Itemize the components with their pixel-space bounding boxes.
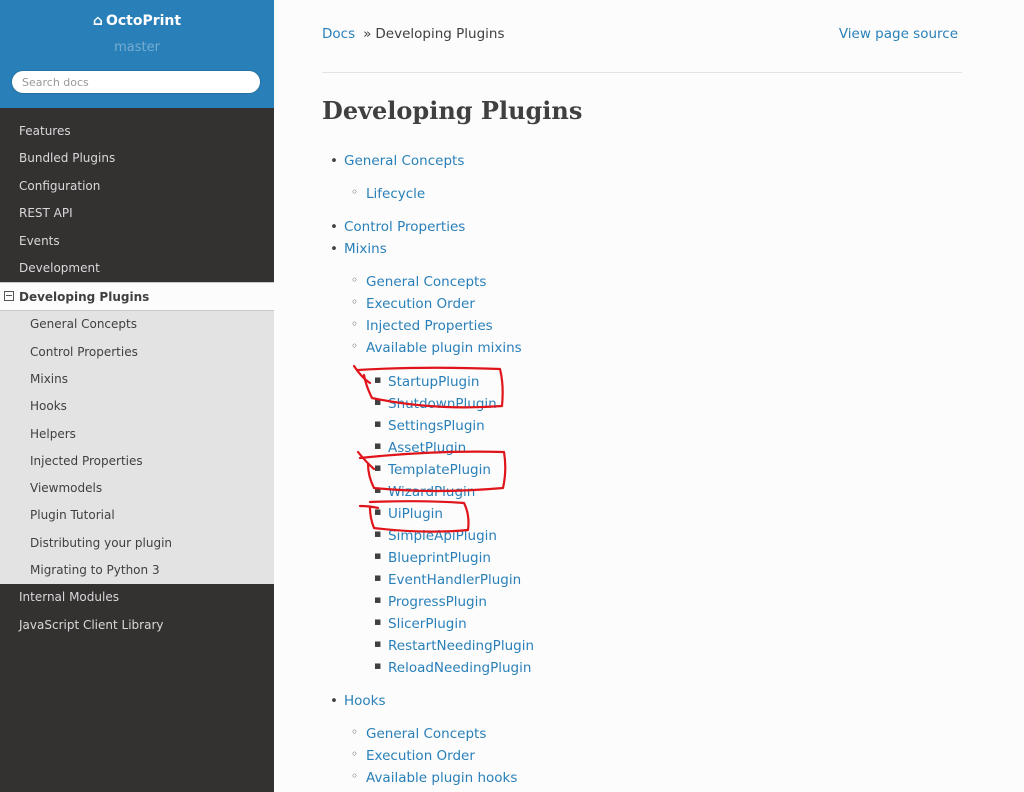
toc-progressplugin[interactable]: ▪ ProgressPlugin — [374, 593, 487, 610]
toc-control-properties[interactable]: • Control Properties — [330, 219, 465, 235]
toc-general-concepts[interactable]: • General Concepts — [330, 153, 464, 169]
toc-lifecycle[interactable]: ◦ Lifecycle — [351, 185, 425, 202]
home-icon: ⌂ — [92, 13, 103, 29]
toc-hooks[interactable]: • Hooks — [330, 693, 386, 709]
sidebar-subitem-plugin-tutorial[interactable]: Plugin Tutorial — [0, 502, 274, 529]
version-label: master — [114, 40, 160, 55]
bullet-square: ▪ — [374, 615, 382, 628]
bullet-square: ▪ — [374, 659, 382, 672]
toc-mixins-general-concepts[interactable]: ◦ General Concepts — [351, 273, 486, 290]
sidebar-subitem-injected-properties[interactable]: Injected Properties — [0, 448, 274, 475]
sidebar-item-js-client-library[interactable]: JavaScript Client Library — [0, 612, 274, 639]
toc-uiplugin[interactable]: ▪ UiPlugin — [374, 505, 443, 522]
bullet-circle: ◦ — [351, 725, 359, 739]
bullet-circle: ◦ — [351, 769, 359, 783]
sidebar-subitem-mixins[interactable]: Mixins — [0, 366, 274, 393]
bullet-square: ▪ — [374, 571, 382, 584]
sidebar: ⌂OctoPrint master Features Bundled Plugi… — [0, 0, 274, 792]
toc-slicerplugin[interactable]: ▪ SlicerPlugin — [374, 615, 467, 632]
sidebar-item-development[interactable]: Development — [0, 255, 274, 282]
toc-assetplugin[interactable]: ▪ AssetPlugin — [374, 439, 466, 456]
collapse-icon[interactable] — [4, 290, 14, 301]
sidebar-item-events[interactable]: Events — [0, 228, 274, 255]
sidebar-subitem-helpers[interactable]: Helpers — [0, 421, 274, 448]
project-home-link[interactable]: ⌂ OctoPrint — [0, 13, 274, 29]
bullet-disc: • — [330, 693, 338, 709]
toc-startupplugin[interactable]: ▪ StartupPlugin — [374, 373, 479, 390]
right-gutter — [994, 0, 1009, 792]
toc-blueprintplugin[interactable]: ▪ BlueprintPlugin — [374, 549, 491, 566]
toc-available-plugin-hooks[interactable]: ◦ Available plugin hooks — [351, 769, 517, 786]
toc-hooks-general-concepts[interactable]: ◦ General Concepts — [351, 725, 486, 742]
toc-wizardplugin[interactable]: ▪ WizardPlugin — [374, 483, 475, 500]
bullet-disc: • — [330, 153, 338, 169]
bullet-disc: • — [330, 241, 338, 257]
bullet-circle: ◦ — [351, 747, 359, 761]
bullet-square: ▪ — [374, 395, 382, 408]
bullet-square: ▪ — [374, 373, 382, 386]
toc-settingsplugin[interactable]: ▪ SettingsPlugin — [374, 417, 485, 434]
sidebar-header: ⌂ OctoPrint master — [0, 0, 274, 108]
toc-available-plugin-mixins[interactable]: ◦ Available plugin mixins — [351, 339, 522, 356]
bullet-square: ▪ — [374, 417, 382, 430]
sidebar-item-internal-modules[interactable]: Internal Modules — [0, 584, 274, 611]
sidebar-item-rest-api[interactable]: REST API — [0, 200, 274, 227]
sidebar-item-configuration[interactable]: Configuration — [0, 173, 274, 200]
main-content: Docs» Developing Plugins View page source… — [274, 0, 1009, 792]
bullet-square: ▪ — [374, 593, 382, 606]
toc-mixins-execution-order[interactable]: ◦ Execution Order — [351, 295, 475, 312]
toc-restartneedingplugin[interactable]: ▪ RestartNeedingPlugin — [374, 637, 534, 654]
bullet-square: ▪ — [374, 637, 382, 650]
bullet-circle: ◦ — [351, 295, 359, 309]
sidebar-item-developing-plugins[interactable]: Developing Plugins — [0, 282, 274, 312]
bullet-circle: ◦ — [351, 339, 359, 353]
toc-reloadneedingplugin[interactable]: ▪ ReloadNeedingPlugin — [374, 659, 531, 676]
bullet-circle: ◦ — [351, 273, 359, 287]
bullet-circle: ◦ — [351, 317, 359, 331]
search-input[interactable] — [11, 70, 261, 94]
toc-mixins-injected-properties[interactable]: ◦ Injected Properties — [351, 317, 493, 334]
toc-shutdownplugin[interactable]: ▪ ShutdownPlugin — [374, 395, 497, 412]
sidebar-item-features[interactable]: Features — [0, 118, 274, 145]
toc-templateplugin[interactable]: ▪ TemplatePlugin — [374, 461, 491, 478]
bullet-square: ▪ — [374, 439, 382, 452]
sidebar-item-bundled-plugins[interactable]: Bundled Plugins — [0, 145, 274, 172]
toc-mixins[interactable]: • Mixins — [330, 241, 387, 257]
sidebar-subitem-control-properties[interactable]: Control Properties — [0, 339, 274, 366]
toc-eventhandlerplugin[interactable]: ▪ EventHandlerPlugin — [374, 571, 521, 588]
toc-simpleapiplugin[interactable]: ▪ SimpleApiPlugin — [374, 527, 497, 544]
bullet-disc: • — [330, 219, 338, 235]
bullet-square: ▪ — [374, 461, 382, 474]
sidebar-subitem-viewmodels[interactable]: Viewmodels — [0, 475, 274, 502]
sidebar-subitem-hooks[interactable]: Hooks — [0, 393, 274, 420]
sidebar-nav: Features Bundled Plugins Configuration R… — [0, 118, 274, 639]
sidebar-subitem-migrating-python3[interactable]: Migrating to Python 3 — [0, 557, 274, 584]
sidebar-subitem-distributing[interactable]: Distributing your plugin — [0, 530, 274, 557]
bullet-square: ▪ — [374, 549, 382, 562]
table-of-contents: • General Concepts ◦ Lifecycle • Control Pr… — [274, 0, 1009, 792]
bullet-square: ▪ — [374, 527, 382, 540]
bullet-circle: ◦ — [351, 185, 359, 199]
sidebar-sublist: General Concepts Control Properties Mixi… — [0, 311, 274, 585]
toc-hooks-execution-order[interactable]: ◦ Execution Order — [351, 747, 475, 764]
sidebar-subitem-general-concepts[interactable]: General Concepts — [0, 311, 274, 338]
bullet-square: ▪ — [374, 505, 382, 518]
bullet-square: ▪ — [374, 483, 382, 496]
